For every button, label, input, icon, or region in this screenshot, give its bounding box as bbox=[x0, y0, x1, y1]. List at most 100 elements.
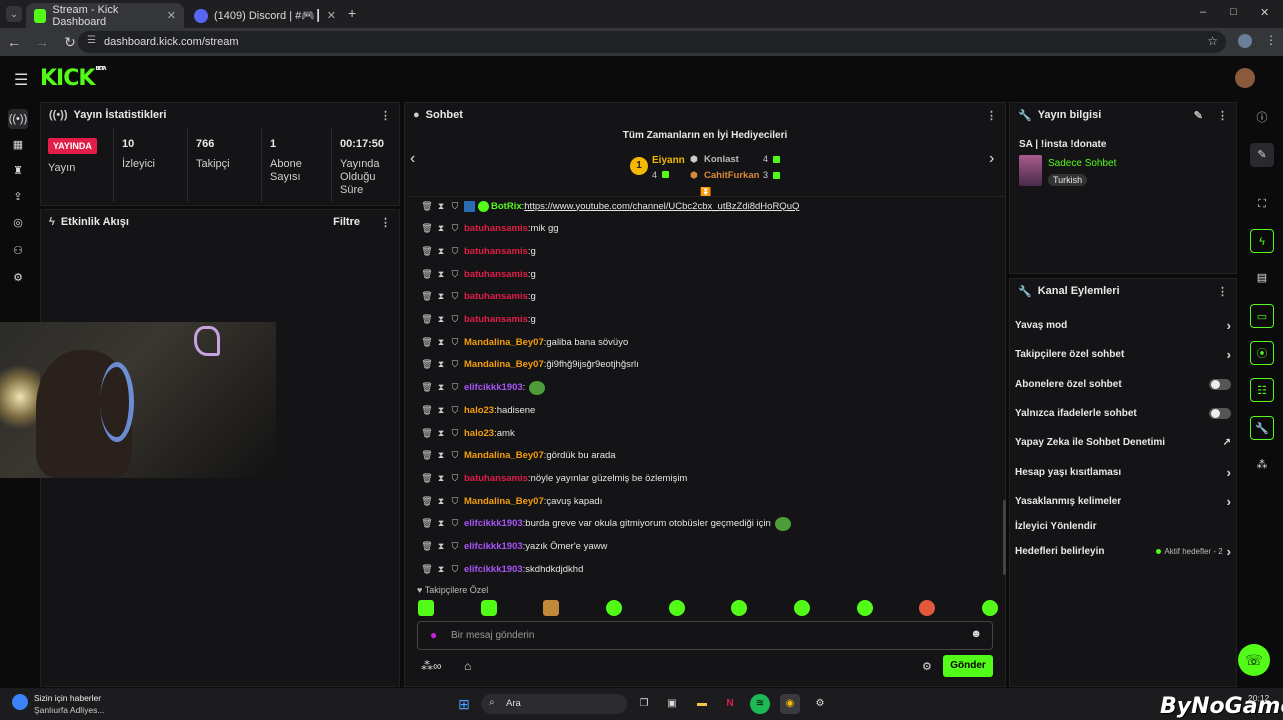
ban-shield-icon[interactable]: ⛉ bbox=[448, 269, 462, 280]
ban-shield-icon[interactable]: ⛉ bbox=[448, 291, 462, 302]
category-name[interactable]: Sadece Sohbet bbox=[1048, 158, 1116, 169]
hamburger-menu-icon[interactable]: ☰ bbox=[14, 70, 28, 90]
delete-message-icon[interactable]: 🗑 bbox=[420, 314, 434, 325]
emote-icon[interactable] bbox=[480, 600, 497, 616]
ban-shield-icon[interactable]: ⛉ bbox=[448, 518, 462, 529]
delete-message-icon[interactable]: 🗑 bbox=[420, 496, 434, 507]
delete-message-icon[interactable]: 🗑 bbox=[420, 428, 434, 439]
next-arrow-icon[interactable]: › bbox=[989, 150, 994, 168]
toggle-switch[interactable] bbox=[1209, 378, 1231, 390]
timeout-icon[interactable]: ⧗ bbox=[434, 473, 448, 484]
help-support-icon[interactable]: ☏ bbox=[1238, 644, 1270, 676]
settings-nav-icon[interactable]: ⚙ bbox=[8, 268, 28, 288]
moderation-nav-icon[interactable]: ◎ bbox=[8, 213, 28, 233]
timeout-icon[interactable]: ⧗ bbox=[434, 223, 448, 234]
chat-username[interactable]: Mandalina_Bey07 bbox=[464, 450, 544, 461]
emote-icon[interactable] bbox=[919, 600, 936, 616]
chat-username[interactable]: elifcikkk1903 bbox=[464, 564, 523, 575]
user-avatar[interactable] bbox=[1235, 68, 1255, 88]
ban-shield-icon[interactable]: ⛉ bbox=[448, 314, 462, 325]
quick-action-lightning-icon[interactable]: ϟ bbox=[1250, 229, 1274, 253]
delete-message-icon[interactable]: 🗑 bbox=[420, 564, 434, 575]
timeout-icon[interactable]: ⧗ bbox=[434, 337, 448, 348]
delete-message-icon[interactable]: 🗑 bbox=[420, 518, 434, 529]
commands-icon[interactable]: ⁂∞ bbox=[421, 659, 442, 673]
chat-scrollbar[interactable] bbox=[1003, 500, 1006, 575]
app-icon[interactable]: ⚙ bbox=[810, 694, 830, 714]
timeout-icon[interactable]: ⧗ bbox=[434, 269, 448, 280]
delete-message-icon[interactable]: 🗑 bbox=[420, 291, 434, 302]
ban-shield-icon[interactable]: ⛉ bbox=[448, 473, 462, 484]
ban-shield-icon[interactable]: ⛉ bbox=[448, 359, 462, 370]
channel-action-item[interactable]: Yapay Zeka ile Sohbet Denetimi ↗ bbox=[1015, 431, 1231, 453]
ban-shield-icon[interactable]: ⛉ bbox=[448, 450, 462, 461]
tab-search-button[interactable]: ⌄ bbox=[6, 6, 22, 22]
edit-icon[interactable]: ✎ bbox=[1194, 109, 1203, 122]
ban-shield-icon[interactable]: ⛉ bbox=[448, 223, 462, 234]
address-bar[interactable]: ☰ dashboard.kick.com/stream ☆ bbox=[78, 31, 1226, 53]
emote-icon[interactable] bbox=[543, 600, 560, 616]
chat-username[interactable]: elifcikkk1903 bbox=[464, 541, 523, 552]
analytics-nav-icon[interactable]: ▦ bbox=[8, 135, 28, 155]
chat-username[interactable]: Mandalina_Bey07 bbox=[464, 359, 544, 370]
chat-input[interactable]: ● Bir mesaj gönderin ☻ bbox=[417, 621, 993, 650]
chrome-icon[interactable]: ◉ bbox=[780, 694, 800, 714]
microphone-icon[interactable]: ● bbox=[430, 628, 437, 642]
chat-more-icon[interactable]: ⋮ bbox=[986, 109, 997, 122]
stream-nav-icon[interactable]: ((•)) bbox=[8, 109, 28, 129]
stats-more-icon[interactable]: ⋮ bbox=[380, 109, 391, 122]
kick-logo[interactable]: KICKBETA bbox=[40, 66, 107, 91]
timeout-icon[interactable]: ⧗ bbox=[434, 428, 448, 439]
channel-action-item[interactable]: Yalnızca ifadelerle sohbet bbox=[1015, 402, 1231, 424]
chat-username[interactable]: halo23 bbox=[464, 405, 494, 416]
chat-username[interactable]: elifcikkk1903 bbox=[464, 382, 523, 393]
task-view-icon[interactable]: ❐ bbox=[634, 694, 654, 714]
windows-start-icon[interactable]: ⊞ bbox=[454, 694, 474, 714]
close-tab-icon[interactable]: ✕ bbox=[327, 9, 336, 22]
channel-action-item[interactable]: Hesap yaşı kısıtlaması › bbox=[1015, 461, 1231, 483]
delete-message-icon[interactable]: 🗑 bbox=[420, 541, 434, 552]
store-app-icon[interactable]: ▣ bbox=[662, 694, 682, 714]
channel-action-item[interactable]: Hedefleri belirleyin Aktif hedefler - 2 › bbox=[1015, 540, 1231, 562]
channel-action-item[interactable]: Yavaş mod › bbox=[1015, 314, 1231, 336]
timeout-icon[interactable]: ⧗ bbox=[434, 541, 448, 552]
ban-shield-icon[interactable]: ⛉ bbox=[448, 541, 462, 552]
channel-action-item[interactable]: Yasaklanmış kelimeler › bbox=[1015, 490, 1231, 512]
taskbar-search[interactable]: ⌕ Ara bbox=[481, 694, 627, 714]
chat-username[interactable]: batuhansamis bbox=[464, 269, 528, 280]
profile-avatar[interactable] bbox=[1238, 34, 1252, 48]
timeout-icon[interactable]: ⧗ bbox=[434, 291, 448, 302]
timeout-icon[interactable]: ⧗ bbox=[434, 314, 448, 325]
store-icon[interactable]: ⌂ bbox=[464, 659, 471, 673]
file-explorer-icon[interactable]: ▬ bbox=[692, 694, 712, 714]
channel-action-item[interactable]: İzleyici Yönlendir bbox=[1015, 515, 1231, 537]
news-title[interactable]: Sizin için haberler bbox=[34, 693, 101, 703]
emote-icon[interactable] bbox=[981, 600, 998, 616]
gifter-name[interactable]: CahitFurkan bbox=[704, 170, 759, 181]
emote-icon[interactable] bbox=[793, 600, 810, 616]
emote-icon[interactable] bbox=[418, 600, 434, 616]
spotify-icon[interactable]: ≋ bbox=[750, 694, 770, 714]
quick-action-chat-icon[interactable]: ▭ bbox=[1250, 304, 1274, 328]
back-icon[interactable]: ← bbox=[0, 34, 28, 50]
delete-message-icon[interactable]: 🗑 bbox=[420, 405, 434, 416]
ban-shield-icon[interactable]: ⛉ bbox=[448, 428, 462, 439]
timeout-icon[interactable]: ⧗ bbox=[434, 496, 448, 507]
gifter-name[interactable]: Eiyann bbox=[652, 155, 685, 166]
more-tools-icon[interactable]: ⁂ bbox=[1250, 453, 1274, 477]
maximize-button[interactable]: □ bbox=[1230, 6, 1237, 18]
gifter-name[interactable]: Konlast bbox=[704, 154, 739, 165]
quick-action-stream-icon[interactable]: ⦿ bbox=[1250, 341, 1274, 365]
delete-message-icon[interactable]: 🗑 bbox=[420, 382, 434, 393]
notes-icon[interactable]: ▤ bbox=[1250, 266, 1274, 290]
timeout-icon[interactable]: ⧗ bbox=[434, 564, 448, 575]
community-nav-icon[interactable]: ⚇ bbox=[8, 241, 28, 261]
edit-layout-icon[interactable]: ✎ bbox=[1250, 143, 1274, 167]
new-tab-button[interactable]: + bbox=[348, 5, 356, 21]
delete-message-icon[interactable]: 🗑 bbox=[420, 450, 434, 461]
tab-kick-dashboard[interactable]: Stream - Kick Dashboard ✕ bbox=[26, 3, 184, 28]
forward-icon[interactable]: → bbox=[28, 34, 56, 50]
emote-icon[interactable] bbox=[731, 600, 748, 616]
ban-shield-icon[interactable]: ⛉ bbox=[448, 496, 462, 507]
delete-message-icon[interactable]: 🗑 bbox=[420, 473, 434, 484]
